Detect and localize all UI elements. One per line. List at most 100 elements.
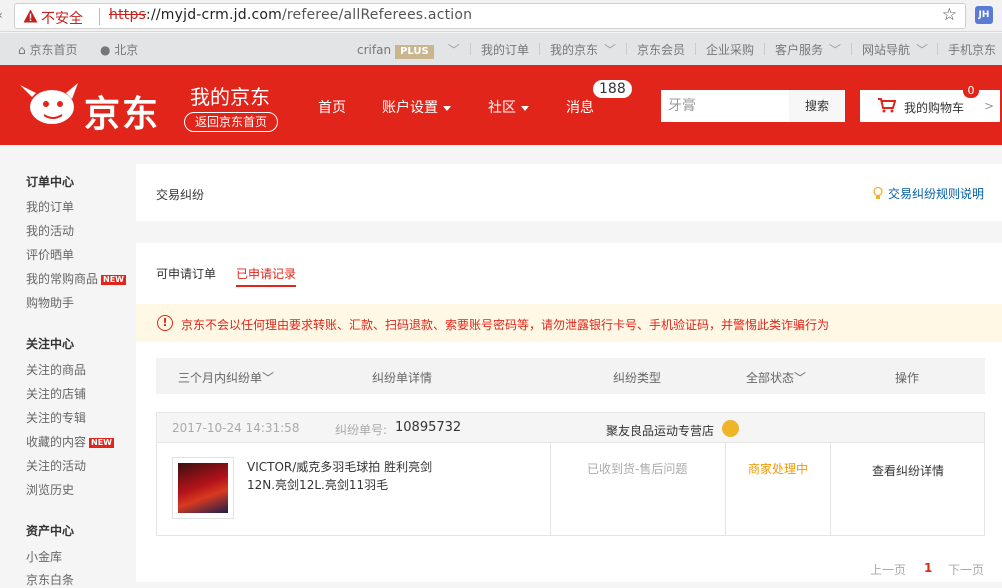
dispute-rules-link[interactable]: 交易纠纷规则说明 — [873, 185, 984, 202]
url-path: /referee/allReferees.action — [281, 7, 473, 23]
jd-logo-text[interactable]: 京东 — [84, 85, 160, 137]
order-number-label: 纠纷单号: — [335, 423, 388, 437]
filter-all-status[interactable]: 全部状态﹀ — [746, 369, 806, 386]
dispute-type: 已收到货-售后问题 — [587, 462, 688, 476]
sidebar-item-followed-activities[interactable]: 关注的活动 — [26, 457, 86, 474]
url-host: ://myjd-crm.jd.com — [146, 7, 282, 23]
topbar-my-jd[interactable]: 我的京东 ﹀ — [550, 41, 616, 58]
nav-home[interactable]: 首页 — [318, 97, 346, 117]
chevron-down-icon: ﹀ — [447, 43, 460, 57]
back-home-button[interactable]: 返回京东首页 — [184, 112, 278, 132]
warning-triangle-icon — [23, 9, 38, 23]
sidebar-item-label: 我的常购商品 — [26, 272, 99, 286]
caret-down-icon — [443, 105, 451, 111]
topbar-customer-service[interactable]: 客户服务 ﹀ — [775, 41, 841, 58]
topbar-mobile-jd[interactable]: 手机京东 — [948, 41, 996, 58]
address-bar[interactable]: 不安全 https://myjd-crm.jd.com/referee/allR… — [14, 3, 966, 29]
next-page-button[interactable]: 下一页 — [948, 561, 984, 578]
chevron-down-icon: ﹀ — [262, 371, 275, 385]
home-link[interactable]: ⌂ 京东首页 — [18, 41, 77, 58]
nav-messages[interactable]: 消息 — [566, 97, 594, 117]
chevron-right-icon: > — [984, 99, 995, 113]
nav-community-label: 社区 — [488, 100, 516, 116]
chevron-down-icon: ﹀ — [794, 371, 807, 385]
sidebar: 订单中心 我的订单 我的活动 评价晒单 我的常购商品 NEW 购物助手 关注中心 … — [0, 145, 136, 587]
topbar-my-orders[interactable]: 我的订单 — [481, 41, 529, 58]
nav-account-settings-label: 账户设置 — [382, 100, 438, 116]
filter-three-months[interactable]: 三个月内纠纷单﹀ — [178, 369, 274, 386]
username: crifan — [357, 43, 392, 57]
shop-contact-icon[interactable] — [722, 420, 739, 437]
page-header-panel: 交易纠纷 交易纠纷规则说明 — [136, 164, 1002, 221]
sidebar-item-favorites[interactable]: 收藏的内容 NEW — [26, 433, 114, 450]
sidebar-item-followed-products[interactable]: 关注的商品 — [26, 361, 86, 378]
sidebar-item-frequent-products[interactable]: 我的常购商品 NEW — [26, 270, 126, 287]
header-action: 操作 — [895, 371, 920, 385]
url-text[interactable]: https://myjd-crm.jd.com/referee/allRefer… — [109, 7, 472, 23]
product-name[interactable]: VICTOR/威克多羽毛球拍 胜利亮剑12N.亮剑12L.亮剑11羽毛 — [247, 458, 437, 494]
new-badge: NEW — [89, 437, 114, 448]
header-dispute-type: 纠纷类型 — [613, 371, 662, 385]
shopping-cart-icon — [878, 98, 896, 113]
fraud-warning-banner: ! 京东不会以任何理由要求转账、汇款、扫码退款、索要账号密码等，请勿泄露银行卡号… — [136, 304, 1002, 342]
sidebar-item-browse-history[interactable]: 浏览历史 — [26, 481, 74, 498]
cart-button[interactable]: 我的购物车 0 > — [860, 84, 1000, 122]
chevron-down-icon: ﹀ — [604, 43, 617, 57]
order-header: 2017-10-24 14:31:58 纠纷单号: 10895732 聚友良品运… — [157, 413, 984, 443]
nav-account-settings[interactable]: 账户设置 — [382, 97, 451, 117]
topbar-site-nav[interactable]: 网站导航 ﹀ — [862, 41, 928, 58]
browser-toolbar: ‹ 不安全 https://myjd-crm.jd.com/referee/al… — [0, 0, 1002, 32]
topbar-enterprise[interactable]: 企业采购 — [706, 41, 754, 58]
prev-page-button[interactable]: 上一页 — [870, 561, 906, 578]
location-selector[interactable]: ● 北京 — [100, 41, 138, 58]
search-button[interactable]: 搜索 — [789, 90, 845, 122]
sidebar-item-vault[interactable]: 小金库 — [26, 548, 62, 565]
current-page[interactable]: 1 — [924, 561, 932, 575]
sidebar-item-shopping-assistant[interactable]: 购物助手 — [26, 294, 74, 311]
page-title: 交易纠纷 — [156, 188, 205, 202]
sidebar-item-my-orders[interactable]: 我的订单 — [26, 198, 74, 215]
tab-eligible-orders[interactable]: 可申请订单 — [156, 265, 216, 282]
topbar-customer-service-label: 客户服务 — [775, 43, 824, 57]
sidebar-item-my-activities[interactable]: 我的活动 — [26, 222, 74, 239]
home-label: 京东首页 — [29, 43, 78, 57]
divider — [725, 443, 726, 535]
sidebar-title-follows: 关注中心 — [26, 337, 75, 351]
sidebar-item-followed-shops[interactable]: 关注的店铺 — [26, 385, 86, 402]
topbar-membership[interactable]: 京东会员 — [637, 41, 685, 58]
dispute-order-card: 2017-10-24 14:31:58 纠纷单号: 10895732 聚友良品运… — [156, 412, 985, 536]
lightbulb-icon — [873, 187, 883, 199]
tab-applied-records[interactable]: 已申请记录 — [236, 265, 297, 287]
back-arrow-icon[interactable]: ‹ — [0, 8, 3, 22]
bookmark-star-icon[interactable]: ☆ — [942, 5, 957, 25]
divider — [937, 43, 938, 55]
sidebar-title-assets: 资产中心 — [26, 524, 75, 538]
shop-name[interactable]: 聚友良品运动专营店 — [606, 422, 714, 439]
location-pin-icon: ● — [100, 43, 115, 57]
nav-community[interactable]: 社区 — [488, 97, 529, 117]
product-thumbnail[interactable] — [172, 457, 234, 519]
chevron-down-icon: ﹀ — [916, 43, 929, 57]
extension-icon[interactable]: JH — [975, 6, 993, 24]
dispute-rules-label: 交易纠纷规则说明 — [888, 187, 985, 201]
sidebar-item-baitiao[interactable]: 京东白条 — [26, 571, 74, 588]
search-input[interactable]: 牙膏 — [661, 90, 789, 122]
insecure-label: 不安全 — [41, 11, 83, 27]
exclamation-circle-icon: ! — [157, 315, 173, 331]
home-icon: ⌂ — [18, 43, 30, 57]
fraud-warning-text: 京东不会以任何理由要求转账、汇款、扫码退款、索要账号密码等，请勿泄露银行卡号、手… — [181, 318, 830, 332]
view-dispute-details-link[interactable]: 查看纠纷详情 — [872, 462, 944, 479]
cart-label: 我的购物车 — [904, 101, 965, 115]
divider — [764, 43, 765, 55]
message-count-badge: 188 — [593, 80, 632, 98]
sidebar-item-followed-albums[interactable]: 关注的专辑 — [26, 409, 86, 426]
sidebar-item-reviews[interactable]: 评价晒单 — [26, 246, 74, 263]
user-menu[interactable]: crifan PLUS ﹀ — [357, 41, 460, 59]
divider — [830, 443, 831, 535]
jd-dog-logo-icon[interactable] — [18, 79, 82, 131]
url-scheme: https — [109, 7, 147, 23]
divider — [550, 443, 551, 535]
header: 京东 我的京东 返回京东首页 首页 账户设置 社区 消息 188 牙膏 搜索 我… — [0, 65, 1002, 145]
topbar-my-jd-label: 我的京东 — [550, 43, 599, 57]
topbar-site-nav-label: 网站导航 — [862, 43, 911, 57]
